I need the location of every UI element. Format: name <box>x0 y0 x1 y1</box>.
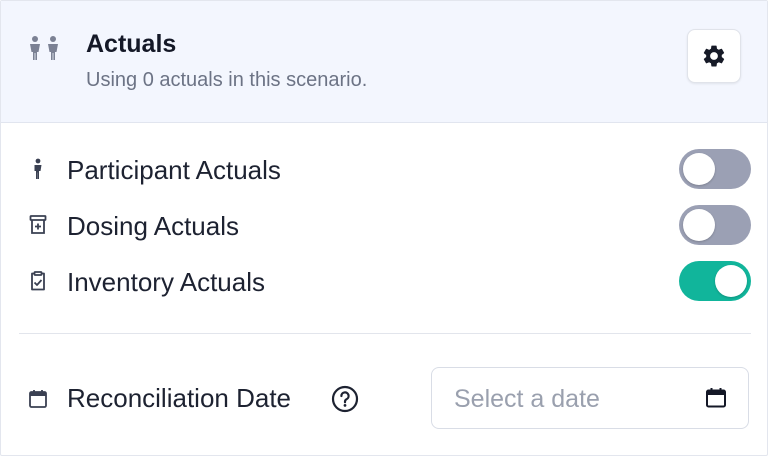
person-icon <box>34 158 42 179</box>
actuals-header: Actuals Using 0 actuals in this scenario… <box>1 1 767 123</box>
clipboard-check-icon <box>31 271 45 291</box>
actuals-panel: Actuals Using 0 actuals in this scenario… <box>0 0 768 456</box>
toggle-knob <box>715 265 747 297</box>
participant-actuals-row: Participant Actuals <box>1 147 767 191</box>
calendar-icon[interactable] <box>704 386 728 410</box>
page-title: Actuals <box>86 30 177 58</box>
participant-actuals-toggle[interactable] <box>679 149 751 189</box>
reconciliation-date-input[interactable] <box>452 382 696 416</box>
question-icon[interactable] <box>331 385 359 413</box>
actuals-summary: Using 0 actuals in this scenario. <box>86 69 368 91</box>
medicine-box-icon <box>29 215 47 234</box>
dosing-actuals-row: Dosing Actuals <box>1 203 767 247</box>
settings-button[interactable] <box>687 29 741 83</box>
date-picker[interactable] <box>431 367 749 429</box>
inventory-actuals-row: Inventory Actuals <box>1 259 767 303</box>
reconciliation-date-label: Reconciliation Date <box>67 383 292 413</box>
dosing-actuals-label: Dosing Actuals <box>67 211 239 241</box>
participant-actuals-label: Participant Actuals <box>67 155 281 185</box>
divider <box>19 333 751 334</box>
toggle-knob <box>683 209 715 241</box>
dosing-actuals-toggle[interactable] <box>679 205 751 245</box>
inventory-actuals-label: Inventory Actuals <box>67 267 265 297</box>
reconciliation-date-row: Reconciliation Date <box>1 367 767 431</box>
gear-icon <box>703 45 725 67</box>
people-icon <box>30 36 58 60</box>
toggle-knob <box>683 153 715 185</box>
inventory-actuals-toggle[interactable] <box>679 261 751 301</box>
calendar-icon <box>29 390 47 408</box>
